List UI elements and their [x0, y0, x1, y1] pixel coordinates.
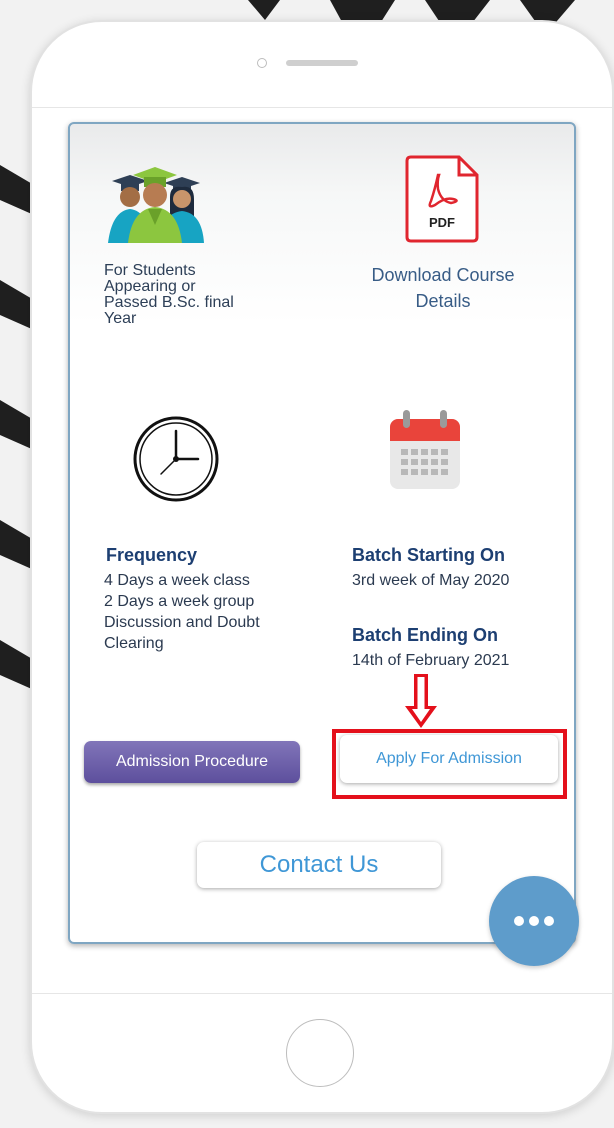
phone-bottom-bezel: [32, 993, 612, 1112]
camera-dot: [257, 58, 267, 68]
course-card: [68, 122, 576, 944]
eligibility-line: Year: [104, 310, 137, 327]
frequency-line: Clearing: [104, 635, 164, 652]
contact-us-button[interactable]: Contact Us: [197, 842, 441, 888]
home-button[interactable]: [286, 1019, 354, 1087]
eligibility-line: Passed B.Sc. final: [104, 294, 234, 311]
pdf-download-link[interactable]: PDF: [405, 155, 479, 243]
calendar-icon: [390, 410, 460, 489]
eligibility-line: For Students: [104, 262, 196, 279]
frequency-title: Frequency: [106, 545, 198, 565]
admission-procedure-button[interactable]: Admission Procedure: [84, 741, 300, 783]
batch-start-value: 3rd week of May 2020: [352, 572, 510, 589]
frequency-details: 4 Days a week class 2 Days a week group …: [104, 570, 324, 654]
frequency-line: 4 Days a week class: [104, 572, 250, 589]
phone-top-bezel: [32, 22, 612, 108]
eligibility-line: Appearing or: [104, 278, 196, 295]
highlight-box: [332, 729, 567, 799]
download-course-caption[interactable]: Download Course Details: [346, 262, 540, 314]
more-options-button[interactable]: [489, 876, 579, 966]
eligibility-caption: For Students Appearing or Passed B.Sc. f…: [104, 263, 294, 327]
download-line: Download Course: [371, 265, 515, 285]
down-arrow-icon: [405, 674, 437, 728]
clock-icon: [133, 416, 219, 502]
speaker-grille: [286, 60, 358, 66]
batch-start-title: Batch Starting On: [352, 545, 506, 565]
download-line: Details: [415, 291, 471, 311]
graduates-icon: [108, 167, 204, 243]
batch-end-value: 14th of February 2021: [352, 652, 510, 669]
pdf-icon-label: PDF: [429, 215, 455, 230]
frequency-line: 2 Days a week group: [104, 593, 255, 610]
frequency-line: Discussion and Doubt: [104, 614, 260, 631]
batch-end-title: Batch Ending On: [352, 625, 498, 645]
